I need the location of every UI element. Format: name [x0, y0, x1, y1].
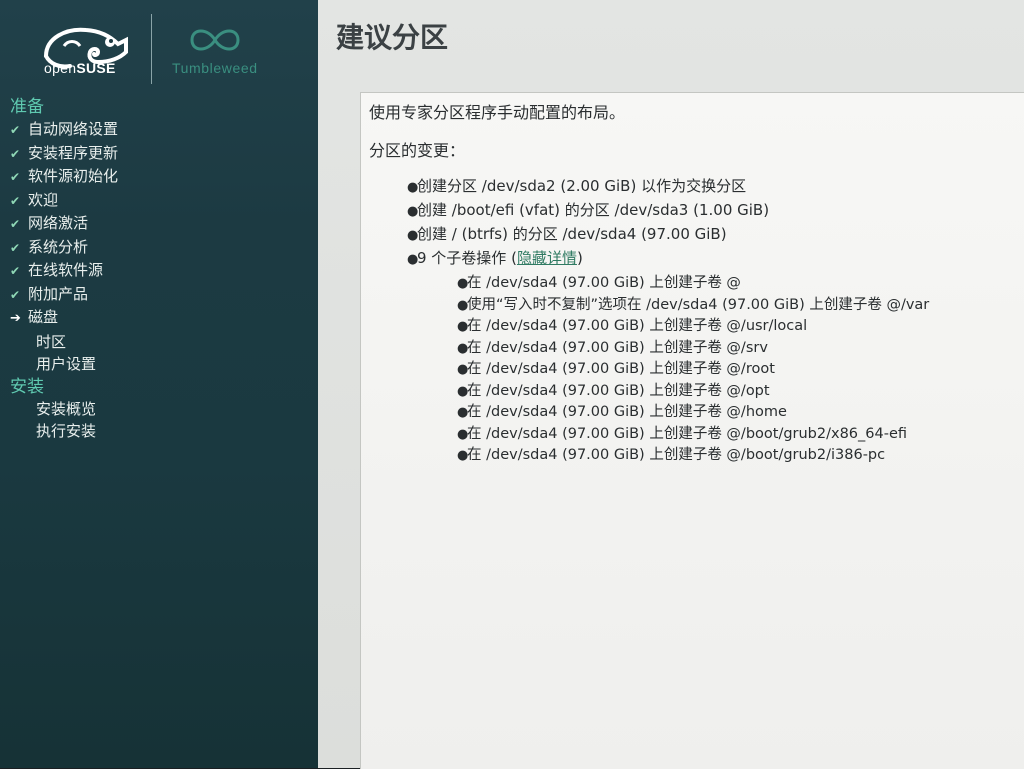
- subvolume-item: ●在 /dev/sda4 (97.00 GiB) 上创建子卷 @/home: [457, 402, 1007, 424]
- bullet-icon: ●: [457, 340, 469, 356]
- subvolume-item: ●在 /dev/sda4 (97.00 GiB) 上创建子卷 @/root: [457, 359, 1007, 381]
- bullet-icon: ●: [457, 448, 469, 463]
- change-item: ●创建 /boot/efi (vfat) 的分区 /dev/sda3 (1.00…: [407, 199, 1007, 223]
- section-title: 安装: [10, 376, 44, 397]
- hide-details-link[interactable]: 隐藏详情: [517, 249, 577, 267]
- check-icon: ✔: [10, 287, 21, 302]
- changes-heading: 分区的变更：: [369, 141, 466, 160]
- step-label: 时区: [36, 332, 67, 351]
- subvolume-item: ●在 /dev/sda4 (97.00 GiB) 上创建子卷 @/boot/gr…: [457, 424, 1007, 446]
- subvolume-item: ●使用“写入时不复制”选项在 /dev/sda4 (97.00 GiB) 上创建…: [457, 295, 1007, 317]
- page-title: 建议分区: [336, 21, 449, 54]
- arrow-right-icon: ➔: [10, 311, 21, 326]
- changes-list: ●创建分区 /dev/sda2 (2.00 GiB) 以作为交换分区 ●创建 /…: [407, 175, 1007, 467]
- step-item: 时区: [10, 331, 310, 354]
- step-label: 欢迎: [28, 190, 59, 209]
- step-label: 用户设置: [36, 355, 97, 373]
- subvolume-item: ●在 /dev/sda4 (97.00 GiB) 上创建子卷 @/opt: [457, 381, 1007, 403]
- step-item: 用户设置: [10, 353, 310, 376]
- installation-steps: 准备 ✔ 自动网络设置 ✔ 安装程序更新 ✔ 软件源初始化 ✔ 欢迎 ✔ 网络激活 ✔ 系统分析 ✔ 在线软…: [10, 96, 310, 443]
- proposal-panel: 使用专家分区程序手动配置的布局。 分区的变更： ●创建分区 /dev/sda2 …: [360, 92, 1024, 769]
- bullet-icon: ●: [457, 319, 469, 334]
- bullet-icon: ●: [457, 426, 469, 442]
- step-label: 执行安装: [36, 422, 97, 440]
- step-item: ➔ 磁盘: [10, 306, 310, 331]
- subvolume-item: ●在 /dev/sda4 (97.00 GiB) 上创建子卷 @: [457, 273, 1007, 295]
- bullet-icon: ●: [457, 276, 469, 291]
- step-label: 磁盘: [28, 308, 59, 326]
- step-item: ✔ 网络激活: [10, 212, 310, 236]
- bullet-icon: ●: [457, 405, 469, 420]
- step-label: 网络激活: [28, 214, 89, 232]
- check-icon: ✔: [10, 264, 21, 278]
- step-label: 在线软件源: [28, 261, 104, 279]
- subvolume-item: ●在 /dev/sda4 (97.00 GiB) 上创建子卷 @/boot/gr…: [457, 445, 1007, 467]
- step-item: ✔ 欢迎: [10, 189, 310, 213]
- tumbleweed-infinity-icon: [190, 29, 240, 51]
- change-item: ●创建分区 /dev/sda2 (2.00 GiB) 以作为交换分区: [407, 175, 1007, 199]
- tumbleweed-wordmark: Tumbleweed: [172, 60, 258, 76]
- opensuse-wordmark: openSUSE: [44, 60, 116, 76]
- subvolume-item: ●在 /dev/sda4 (97.00 GiB) 上创建子卷 @/usr/loc…: [457, 316, 1007, 338]
- bullet-icon: ●: [407, 204, 419, 219]
- step-item: ✔ 附加产品: [10, 283, 310, 307]
- step-item: ✔ 自动网络设置: [10, 118, 310, 142]
- step-label: 自动网络设置: [28, 120, 119, 138]
- installer-sidebar: openSUSE Tumbleweed 准备 ✔ 自动网络设置 ✔ 安装程序更新 ✔ 软件源…: [0, 0, 318, 768]
- main-area: 建议分区 使用专家分区程序手动配置的布局。 分区的变更： ●创建分区 /dev/…: [318, 0, 1024, 769]
- subvolume-summary: ●9 个子卷操作 (隐藏详情) ●在 /dev/sda4 (97.00 GiB)…: [407, 247, 1007, 467]
- step-item: ✔ 在线软件源: [10, 259, 310, 283]
- check-icon: ✔: [10, 146, 21, 161]
- branding-area: openSUSE Tumbleweed: [0, 0, 318, 92]
- change-item: ●创建 / (btrfs) 的分区 /dev/sda4 (97.00 GiB): [407, 223, 1007, 247]
- check-icon: ✔: [10, 193, 21, 208]
- step-label: 安装程序更新: [28, 143, 119, 162]
- step-item: ✔ 安装程序更新: [10, 142, 310, 166]
- bullet-icon: ●: [457, 383, 469, 399]
- intro-text: 使用专家分区程序手动配置的布局。: [369, 103, 626, 122]
- subvolume-item: ●在 /dev/sda4 (97.00 GiB) 上创建子卷 @/srv: [457, 338, 1007, 360]
- bullet-icon: ●: [407, 180, 419, 195]
- logo-divider: [151, 14, 152, 84]
- step-item: 执行安装: [10, 420, 310, 443]
- step-item: 安装概览: [10, 398, 310, 421]
- step-label: 安装概览: [36, 399, 97, 418]
- step-item: ✔ 系统分析: [10, 236, 310, 260]
- bullet-icon: ●: [457, 362, 469, 377]
- check-icon: ✔: [10, 123, 21, 137]
- bullet-icon: ●: [407, 252, 419, 267]
- subvolume-list: ●在 /dev/sda4 (97.00 GiB) 上创建子卷 @ ●使用“写入时不…: [457, 273, 1007, 467]
- bullet-icon: ●: [407, 228, 419, 243]
- step-label: 软件源初始化: [28, 167, 119, 185]
- step-label: 附加产品: [28, 284, 89, 303]
- check-icon: ✔: [10, 170, 21, 184]
- bullet-icon: ●: [457, 297, 469, 313]
- step-item: ✔ 软件源初始化: [10, 165, 310, 189]
- check-icon: ✔: [10, 217, 21, 231]
- step-label: 系统分析: [28, 237, 89, 256]
- section-title: 准备: [10, 97, 44, 117]
- check-icon: ✔: [10, 240, 21, 255]
